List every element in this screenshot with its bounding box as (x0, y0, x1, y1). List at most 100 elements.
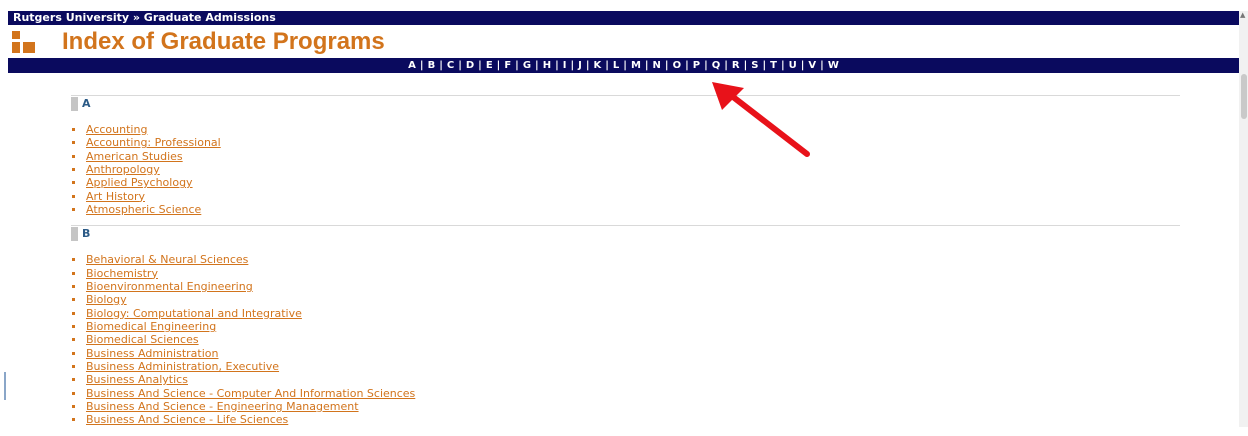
list-item: Business Analytics (71, 373, 1180, 386)
nav-separator: | (585, 60, 590, 71)
program-link[interactable]: Anthropology (86, 163, 160, 176)
list-item: American Studies (71, 150, 1180, 163)
section-divider (71, 225, 1180, 227)
bullet-icon (72, 128, 75, 131)
scrollbar-thumb[interactable] (1241, 74, 1247, 119)
nav-separator: | (439, 60, 443, 71)
nav-separator: | (820, 60, 824, 71)
nav-letter-a[interactable]: A (408, 60, 416, 71)
list-item: Anthropology (71, 163, 1180, 176)
program-link[interactable]: Art History (86, 190, 145, 203)
nav-separator: | (724, 60, 728, 71)
program-link[interactable]: Biology (86, 293, 127, 306)
list-item: Biomedical Sciences (71, 333, 1180, 346)
program-link[interactable]: Applied Psychology (86, 176, 193, 189)
bullet-icon (72, 311, 75, 315)
bullet-icon (72, 207, 75, 211)
nav-separator: | (685, 60, 689, 71)
nav-letter-o[interactable]: O (673, 60, 682, 71)
nav-letter-u[interactable]: U (789, 60, 797, 71)
program-link[interactable]: Biomedical Sciences (86, 333, 199, 346)
program-link[interactable]: Biomedical Engineering (86, 320, 216, 333)
nav-separator: | (762, 60, 767, 71)
bullet-icon (72, 364, 75, 368)
list-item: Biochemistry (71, 267, 1180, 280)
bullet-icon (72, 338, 75, 342)
section-letter: B (82, 227, 91, 241)
nav-letter-w[interactable]: W (828, 60, 839, 71)
nav-separator: | (743, 60, 748, 71)
nav-letter-d[interactable]: D (466, 60, 474, 71)
bullet-icon (72, 378, 75, 382)
list-item: Business Administration (71, 347, 1180, 360)
bullet-icon (72, 404, 75, 408)
breadcrumb[interactable]: Rutgers University » Graduate Admissions (13, 11, 276, 25)
program-link[interactable]: Behavioral & Neural Sciences (86, 253, 248, 266)
program-link[interactable]: American Studies (86, 150, 183, 163)
scroll-up-arrow-icon[interactable]: ▲ (1240, 10, 1245, 20)
top-banner: Rutgers University » Graduate Admissions (8, 11, 1239, 25)
nav-separator: | (644, 60, 649, 71)
nav-separator: | (515, 60, 519, 71)
nav-letter-v[interactable]: V (808, 60, 816, 71)
rutgers-logo-icon (12, 31, 37, 54)
program-link[interactable]: Business And Science - Engineering Manag… (86, 400, 359, 413)
nav-separator: | (623, 60, 627, 71)
nav-separator: | (555, 60, 559, 71)
nav-separator: | (535, 60, 539, 71)
section-heading: A (71, 97, 1180, 111)
bullet-icon (72, 284, 75, 288)
list-item: Biology: Computational and Integrative (71, 307, 1180, 320)
nav-letter-r[interactable]: R (732, 60, 740, 71)
nav-separator: | (478, 60, 482, 71)
section-heading: B (71, 227, 1180, 242)
program-link[interactable]: Atmospheric Science (86, 203, 201, 216)
nav-letter-n[interactable]: N (653, 60, 661, 71)
program-link[interactable]: Accounting: Professional (86, 136, 221, 149)
bullet-icon (72, 391, 75, 395)
program-list: Behavioral & Neural Sciences Biochemistry… (71, 253, 1180, 426)
bullet-icon (72, 418, 75, 422)
nav-separator: | (704, 60, 708, 71)
list-item: Business And Science - Engineering Manag… (71, 400, 1180, 413)
program-link[interactable]: Biology: Computational and Integrative (86, 307, 302, 320)
list-item: Bioenvironmental Engineering (71, 280, 1180, 293)
bullet-icon (72, 154, 75, 158)
nav-letter-m[interactable]: M (631, 60, 641, 71)
nav-letter-p[interactable]: P (693, 60, 700, 71)
list-item: Applied Psychology (71, 176, 1180, 189)
bullet-icon (72, 324, 75, 328)
bullet-icon (72, 351, 75, 355)
program-link[interactable]: Business And Science - Computer And Info… (86, 387, 415, 400)
nav-letter-t[interactable]: T (770, 60, 777, 71)
nav-letter-e[interactable]: E (486, 60, 493, 71)
program-link[interactable]: Accounting (86, 123, 147, 136)
section-divider (71, 95, 1180, 96)
program-list: Accounting Accounting: Professional Americ… (71, 123, 1180, 216)
program-link[interactable]: Business Analytics (86, 373, 188, 386)
alphabet-nav: A | B | C | D | E | F | G | H | I | J | K | L | M | N | O | P | Q | R | S | T |… (8, 58, 1239, 73)
program-link[interactable]: Bioenvironmental Engineering (86, 280, 253, 293)
bullet-icon (72, 271, 75, 275)
left-margin-marker (4, 372, 6, 400)
program-link[interactable]: Business Administration (86, 347, 219, 360)
nav-separator: | (458, 60, 462, 71)
list-item: Business And Science - Life Sciences (71, 413, 1180, 426)
list-item: Accounting (71, 123, 1180, 136)
list-item: Biomedical Engineering (71, 320, 1180, 333)
bullet-icon (72, 141, 75, 145)
bullet-icon (72, 167, 75, 171)
nav-letter-h[interactable]: H (543, 60, 551, 71)
section-marker-icon (71, 227, 78, 242)
program-link[interactable]: Business Administration, Executive (86, 360, 279, 373)
list-item: Business And Science - Computer And Info… (71, 387, 1180, 400)
nav-letter-q[interactable]: Q (712, 60, 721, 71)
list-item: Biology (71, 293, 1180, 306)
list-item: Behavioral & Neural Sciences (71, 253, 1180, 266)
bullet-icon (72, 194, 75, 198)
program-index: A Accounting Accounting: Professional Ameri… (71, 95, 1180, 436)
list-item: Business Administration, Executive (71, 360, 1180, 373)
nav-letter-g[interactable]: G (523, 60, 531, 71)
program-link[interactable]: Business And Science - Life Sciences (86, 413, 288, 426)
program-link[interactable]: Biochemistry (86, 267, 158, 280)
